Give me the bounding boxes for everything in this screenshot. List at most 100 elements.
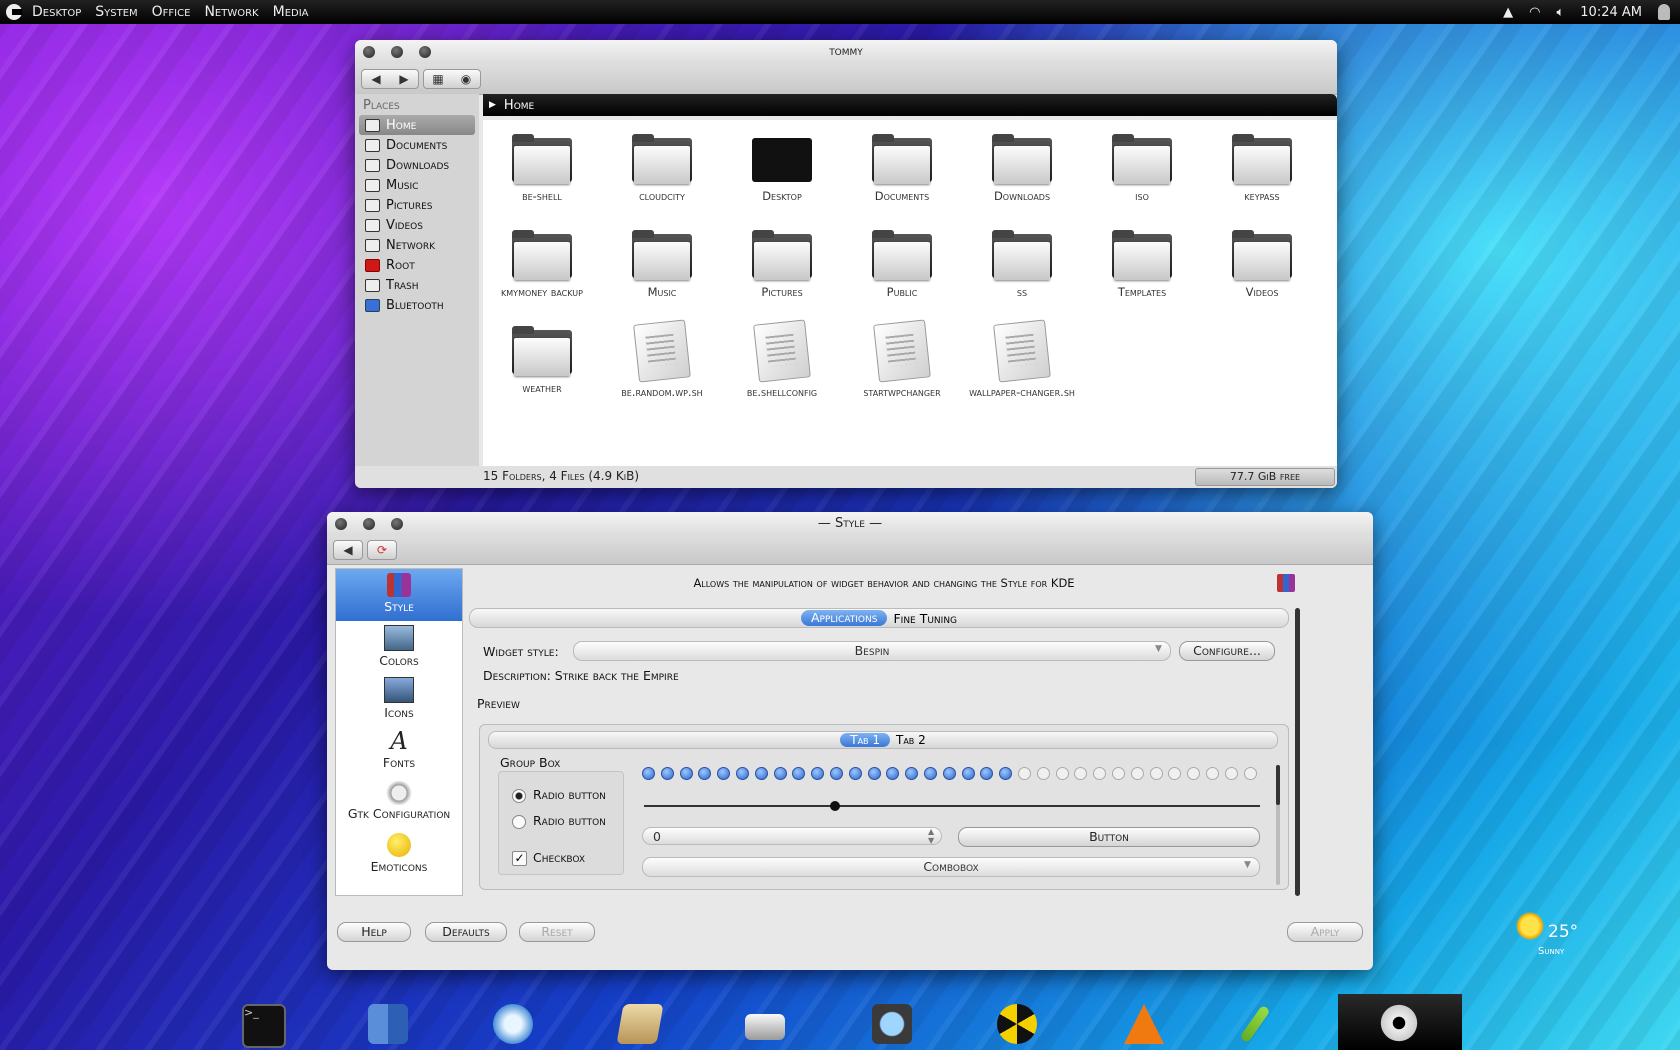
system-settings-tile[interactable] [1338, 994, 1462, 1050]
file-item[interactable]: ss [967, 222, 1077, 299]
place-home[interactable]: Home [359, 115, 475, 135]
folder-icon [512, 230, 572, 280]
file-item[interactable]: keypass [1207, 126, 1317, 203]
app-logo-icon[interactable] [6, 4, 22, 20]
file-item[interactable]: Music [607, 222, 717, 299]
category-style[interactable]: Style [336, 569, 462, 621]
preview-eye-icon[interactable]: ◉ [452, 70, 480, 88]
progress-dot [1130, 767, 1144, 780]
file-item[interactable]: weather [487, 318, 597, 395]
progress-dot [1187, 767, 1201, 780]
file-item[interactable]: Pictures [727, 222, 837, 299]
file-item[interactable]: Templates [1087, 222, 1197, 299]
finder-icon[interactable] [368, 1004, 408, 1044]
panel-scrollbar[interactable] [1295, 608, 1300, 896]
titlebar[interactable]: — Style — [327, 512, 1373, 536]
place-documents[interactable]: Documents [355, 135, 479, 155]
radio-unselected[interactable] [512, 815, 526, 829]
place-videos[interactable]: Videos [355, 215, 479, 235]
place-network[interactable]: Network [355, 235, 479, 255]
group-box-title: Group Box [500, 755, 561, 770]
back-icon[interactable]: ◀ [334, 541, 362, 559]
radiation-icon[interactable] [997, 1004, 1037, 1044]
vlc-icon[interactable] [1124, 1004, 1164, 1044]
grid-view-icon[interactable]: ▦ [424, 70, 452, 88]
widget-style-combo[interactable]: Bespin [573, 641, 1171, 661]
radio-selected[interactable] [512, 789, 526, 803]
wifi-icon[interactable]: ◠ [1529, 5, 1540, 20]
file-label: Public [886, 285, 918, 299]
place-trash[interactable]: Trash [355, 275, 479, 295]
file-item[interactable]: be-shell [487, 126, 597, 203]
category-colors[interactable]: Colors [336, 621, 462, 673]
preview-button[interactable]: Button [958, 827, 1260, 847]
scanner-icon[interactable] [745, 1014, 785, 1040]
apply-button[interactable]: Apply [1287, 922, 1363, 942]
file-label: Desktop [762, 189, 802, 203]
file-item[interactable]: kmymoney backup [487, 222, 597, 299]
file-item[interactable]: be.shellconfig [727, 318, 837, 399]
help-button[interactable]: Help [337, 922, 411, 942]
defaults-button[interactable]: Defaults [425, 922, 507, 942]
menu-office[interactable]: Office [152, 4, 191, 20]
file-item[interactable]: be.random.wp.sh [607, 318, 717, 399]
file-item[interactable]: cloudcity [607, 126, 717, 203]
place-music[interactable]: Music [355, 175, 479, 195]
progress-dot [792, 767, 806, 780]
menu-network[interactable]: Network [204, 4, 258, 20]
tv-icon[interactable] [872, 1004, 912, 1044]
preview-combobox[interactable]: Combobox [642, 857, 1260, 877]
editor-icon[interactable] [616, 1004, 664, 1044]
file-label: Templates [1117, 285, 1167, 299]
top-panel: Desktop System Office Network Media ▲ ◠ … [0, 0, 1680, 24]
window-title: — Style — [817, 516, 883, 531]
progress-dot [961, 767, 975, 780]
back-icon[interactable]: ◀ [362, 70, 390, 88]
reset-button[interactable]: Reset [519, 922, 595, 942]
spin-arrows-icon[interactable]: ▲ ▼ [928, 827, 934, 845]
forward-icon[interactable]: ▶ [390, 70, 418, 88]
slider-handle[interactable] [829, 801, 840, 811]
place-bluetooth[interactable]: Bluetooth [355, 295, 479, 315]
terminal-icon[interactable]: >_ [242, 1004, 286, 1048]
user-icon[interactable] [1658, 4, 1670, 20]
spinbox[interactable]: 0 [642, 827, 942, 845]
preview-tab-1[interactable]: Tab 1 [840, 733, 890, 747]
place-downloads[interactable]: Downloads [355, 155, 479, 175]
place-pictures[interactable]: Pictures [355, 195, 479, 215]
menu-desktop[interactable]: Desktop [32, 4, 81, 20]
checkbox[interactable]: ✓ [512, 851, 527, 866]
eject-icon[interactable]: ▲ [1503, 5, 1513, 20]
free-space-bar: 77.7 GiB free [1195, 468, 1335, 486]
preview-tab-2[interactable]: Tab 2 [896, 733, 926, 747]
tab-applications[interactable]: Applications [800, 610, 888, 626]
file-item[interactable]: Downloads [967, 126, 1077, 203]
breadcrumb-home[interactable]: Home [504, 98, 534, 113]
weather-widget[interactable]: 25° Sunny [1516, 910, 1586, 960]
file-item[interactable]: startwpchanger [847, 318, 957, 399]
category-icons[interactable]: Icons [336, 673, 462, 725]
category-emoticons[interactable]: Emoticons [336, 829, 462, 881]
menu-media[interactable]: Media [273, 4, 309, 20]
file-item[interactable]: Videos [1207, 222, 1317, 299]
titlebar[interactable]: tommy [355, 40, 1337, 64]
category-gtk-configuration[interactable]: Gtk Configuration [336, 777, 462, 829]
tab-fine-tuning[interactable]: Fine Tuning [893, 611, 957, 626]
file-item[interactable]: Documents [847, 126, 957, 203]
volume-icon[interactable]: 🔈︎ [1556, 5, 1564, 20]
file-item[interactable]: Desktop [727, 126, 837, 203]
color-picker-icon[interactable] [1239, 1004, 1271, 1044]
clock[interactable]: 10:24 AM [1580, 5, 1642, 20]
place-root[interactable]: Root [355, 255, 479, 275]
slider-track[interactable] [644, 805, 1260, 807]
safari-icon[interactable] [493, 1004, 533, 1044]
category-fonts[interactable]: A Fonts [336, 725, 462, 777]
configure-button[interactable]: Configure... [1179, 641, 1275, 661]
menu-system[interactable]: System [95, 4, 137, 20]
reload-icon[interactable]: ⟳ [368, 541, 396, 559]
style-description: Description: Strike back the Empire [483, 668, 679, 683]
file-item[interactable]: Public [847, 222, 957, 299]
preview-scrollbar[interactable] [1276, 765, 1280, 885]
file-item[interactable]: wallpaper-changer.sh [967, 318, 1077, 399]
file-item[interactable]: iso [1087, 126, 1197, 203]
